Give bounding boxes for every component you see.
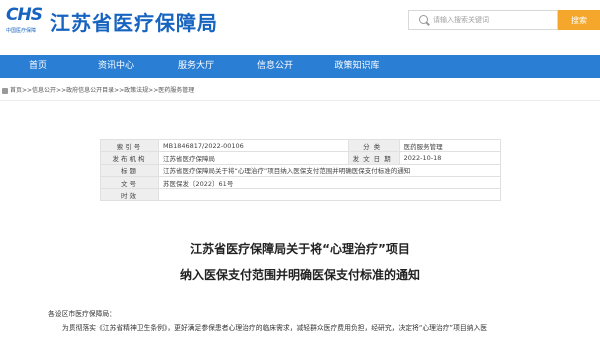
search-input[interactable] — [433, 13, 553, 27]
body-paragraph: 为贯彻落实《江苏省精神卫生条例》，更好满足参保患者心理治疗的临床需求，减轻群众医… — [62, 324, 488, 332]
location-icon — [2, 87, 8, 94]
table-row: 标题 江苏省医疗保障局关于将“心理治疗”项目纳入医保支付范围并明确医保支付标准的… — [100, 163, 501, 177]
search-button[interactable]: 搜索 — [558, 10, 600, 30]
category-value: 医药服务管理 — [398, 138, 502, 153]
date-label: 发文日期 — [347, 151, 400, 165]
title-value: 江苏省医疗保障局关于将“心理治疗”项目纳入医保支付范围并明确医保支付标准的通知 — [158, 163, 501, 177]
salutation-text: 各设区市医疗保障局： — [48, 310, 116, 318]
category-label: 分类 — [347, 138, 400, 153]
table-row: 索引号 MB1846817/2022-00106 分类 医药服务管理 — [100, 138, 502, 153]
docno-value: 苏医保发〔2022〕61号 — [158, 175, 501, 190]
logo-subtitle: 中国医疗保障 — [6, 28, 37, 34]
search-icon — [419, 15, 428, 24]
logo-chs-text: CHS — [6, 5, 43, 25]
issuer-value: 江苏省医疗保障局 — [158, 151, 349, 165]
nav-item-home[interactable]: 首页 — [8, 55, 68, 78]
site-title: 江苏省医疗保障局 — [50, 11, 218, 35]
table-row: 时效 — [100, 188, 501, 202]
index-label: 索引号 — [100, 138, 159, 153]
main-nav: 首页 资讯中心 服务大厅 信息公开 政策知识库 — [0, 55, 600, 78]
table-row: 发布机构 江苏省医疗保障局 发文日期 2022-10-18 — [100, 151, 502, 165]
divider — [0, 100, 600, 101]
validity-value — [158, 188, 501, 202]
document-title-line-1: 江苏省医疗保障局关于将“心理治疗”项目 — [190, 242, 410, 256]
nav-item-services[interactable]: 服务大厅 — [166, 55, 226, 78]
nav-item-policy-library[interactable]: 政策知识库 — [322, 55, 392, 78]
docno-label: 文号 — [100, 175, 159, 190]
validity-label: 时效 — [100, 188, 159, 202]
document-title-line-2: 纳入医保支付范围并明确医保支付标准的通知 — [179, 268, 420, 282]
document-info-table: 索引号 MB1846817/2022-00106 分类 医药服务管理 发布机构 … — [100, 138, 502, 202]
title-label: 标题 — [100, 163, 159, 177]
date-value: 2022-10-18 — [398, 151, 502, 165]
issuer-label: 发布机构 — [100, 151, 159, 165]
nav-item-news[interactable]: 资讯中心 — [86, 55, 146, 78]
nav-item-disclosure[interactable]: 信息公开 — [245, 55, 305, 78]
index-value: MB1846817/2022-00106 — [158, 138, 349, 153]
site-header: CHS 中国医疗保障 江苏省医疗保障局 搜索 — [0, 0, 600, 45]
table-row: 文号 苏医保发〔2022〕61号 — [100, 175, 501, 190]
search-box — [408, 10, 558, 30]
breadcrumb-text[interactable]: 首页>>信息公开>>政府信息公开目录>>政策法规>>医药服务管理 — [10, 87, 194, 94]
site-logo[interactable]: CHS 中国医疗保障 — [6, 5, 44, 37]
breadcrumb: 首页>>信息公开>>政府信息公开目录>>政策法规>>医药服务管理 — [0, 86, 194, 96]
